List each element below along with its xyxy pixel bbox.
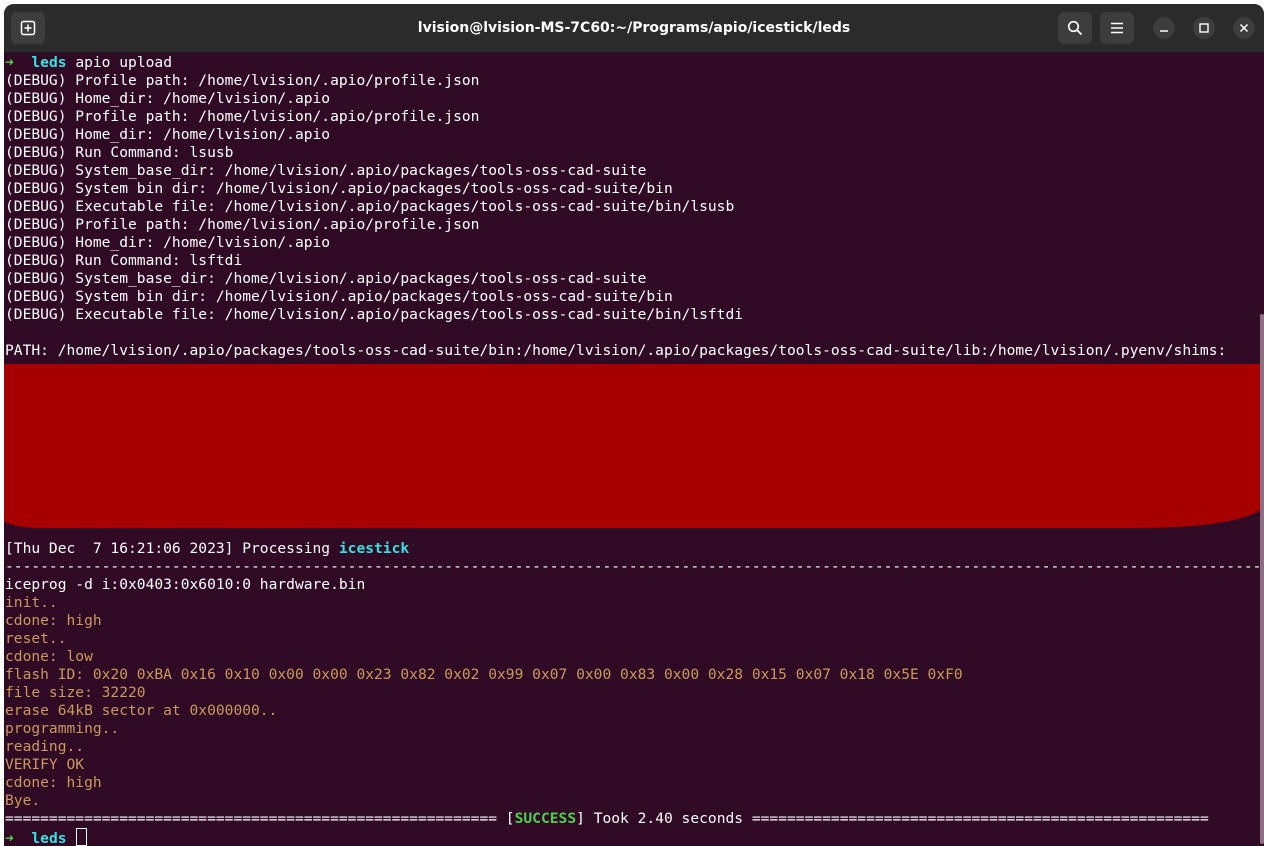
hamburger-menu-icon [1111, 22, 1123, 34]
processing-timestamp: [Thu Dec 7 16:21:06 2023] Processing [5, 540, 339, 557]
minimize-button[interactable] [1153, 17, 1175, 39]
debug-line: (DEBUG) Profile path: /home/lvision/.api… [5, 216, 480, 233]
maximize-icon [1199, 23, 1209, 33]
debug-line: (DEBUG) Executable file: /home/lvision/.… [5, 306, 744, 323]
iceprog-output-line: flash ID: 0x20 0xBA 0x16 0x10 0x00 0x00 … [5, 666, 963, 683]
debug-line: (DEBUG) Profile path: /home/lvision/.api… [5, 72, 480, 89]
iceprog-output-line: Bye. [5, 792, 41, 809]
final-prompt: ➜ leds [5, 828, 88, 846]
iceprog-output-line: cdone: high [5, 774, 102, 791]
iceprog-output-line: programming.. [5, 720, 120, 737]
debug-line: (DEBUG) System bin dir: /home/lvision/.a… [5, 288, 673, 305]
prompt-arrow: ➜ [5, 54, 14, 71]
iceprog-output-line: reset.. [5, 630, 67, 647]
debug-line: (DEBUG) Home_dir: /home/lvision/.apio [5, 126, 331, 143]
debug-line: (DEBUG) System_base_dir: /home/lvision/.… [5, 270, 647, 287]
iceprog-output-line: erase 64kB sector at 0x000000.. [5, 702, 278, 719]
success-status: SUCCESS [514, 810, 577, 827]
debug-line: (DEBUG) Home_dir: /home/lvision/.apio [5, 234, 331, 251]
iceprog-output-line: reading.. [5, 738, 85, 755]
board-name: icestick [338, 540, 410, 557]
close-icon [1239, 23, 1249, 33]
redaction-block [4, 364, 1264, 528]
maximize-button[interactable] [1193, 17, 1215, 39]
iceprog-output-line: cdone: high [5, 612, 102, 629]
separator-line: ----------------------------------------… [5, 558, 1262, 575]
debug-line: (DEBUG) Profile path: /home/lvision/.api… [5, 108, 480, 125]
debug-line: (DEBUG) System_base_dir: /home/lvision/.… [5, 162, 647, 179]
scrollbar[interactable] [1260, 314, 1264, 844]
success-line: ========================================… [5, 810, 1209, 828]
iceprog-output-line: cdone: low [5, 648, 93, 665]
terminal-content[interactable]: ➜ leds apio upload (DEBUG) Profile path:… [4, 54, 1264, 846]
search-button[interactable] [1058, 12, 1092, 44]
prompt-dir: leds [31, 54, 67, 71]
success-right-rule: ] Took 2.40 seconds ====================… [576, 810, 1209, 827]
debug-line: (DEBUG) Home_dir: /home/lvision/.apio [5, 90, 331, 107]
iceprog-command: iceprog -d i:0x0403:0x6010:0 hardware.bi… [5, 576, 366, 593]
iceprog-output-line: init.. [5, 594, 58, 611]
path-line: PATH: /home/lvision/.apio/packages/tools… [5, 342, 1227, 359]
menu-button[interactable] [1100, 12, 1134, 44]
text-cursor [76, 828, 88, 846]
command-line: ➜ leds apio upload [5, 54, 172, 72]
prompt-arrow: ➜ [5, 830, 14, 846]
processing-line: [Thu Dec 7 16:21:06 2023] Processing ice… [5, 540, 409, 558]
iceprog-output-line: file size: 32220 [5, 684, 146, 701]
command-text: apio upload [75, 54, 172, 71]
debug-line: (DEBUG) Run Command: lsftdi [5, 252, 243, 269]
search-icon [1067, 20, 1083, 36]
close-button[interactable] [1233, 17, 1255, 39]
minimize-icon [1160, 30, 1168, 32]
success-left-rule: ========================================… [5, 810, 515, 827]
debug-line: (DEBUG) Executable file: /home/lvision/.… [5, 198, 735, 215]
debug-line: (DEBUG) System bin dir: /home/lvision/.a… [5, 180, 673, 197]
debug-line: (DEBUG) Run Command: lsusb [5, 144, 234, 161]
iceprog-output-line: VERIFY OK [5, 756, 85, 773]
title-bar: lvision@lvision-MS-7C60:~/Programs/apio/… [4, 4, 1264, 53]
prompt-dir: leds [31, 830, 67, 846]
terminal-window: lvision@lvision-MS-7C60:~/Programs/apio/… [4, 4, 1264, 846]
